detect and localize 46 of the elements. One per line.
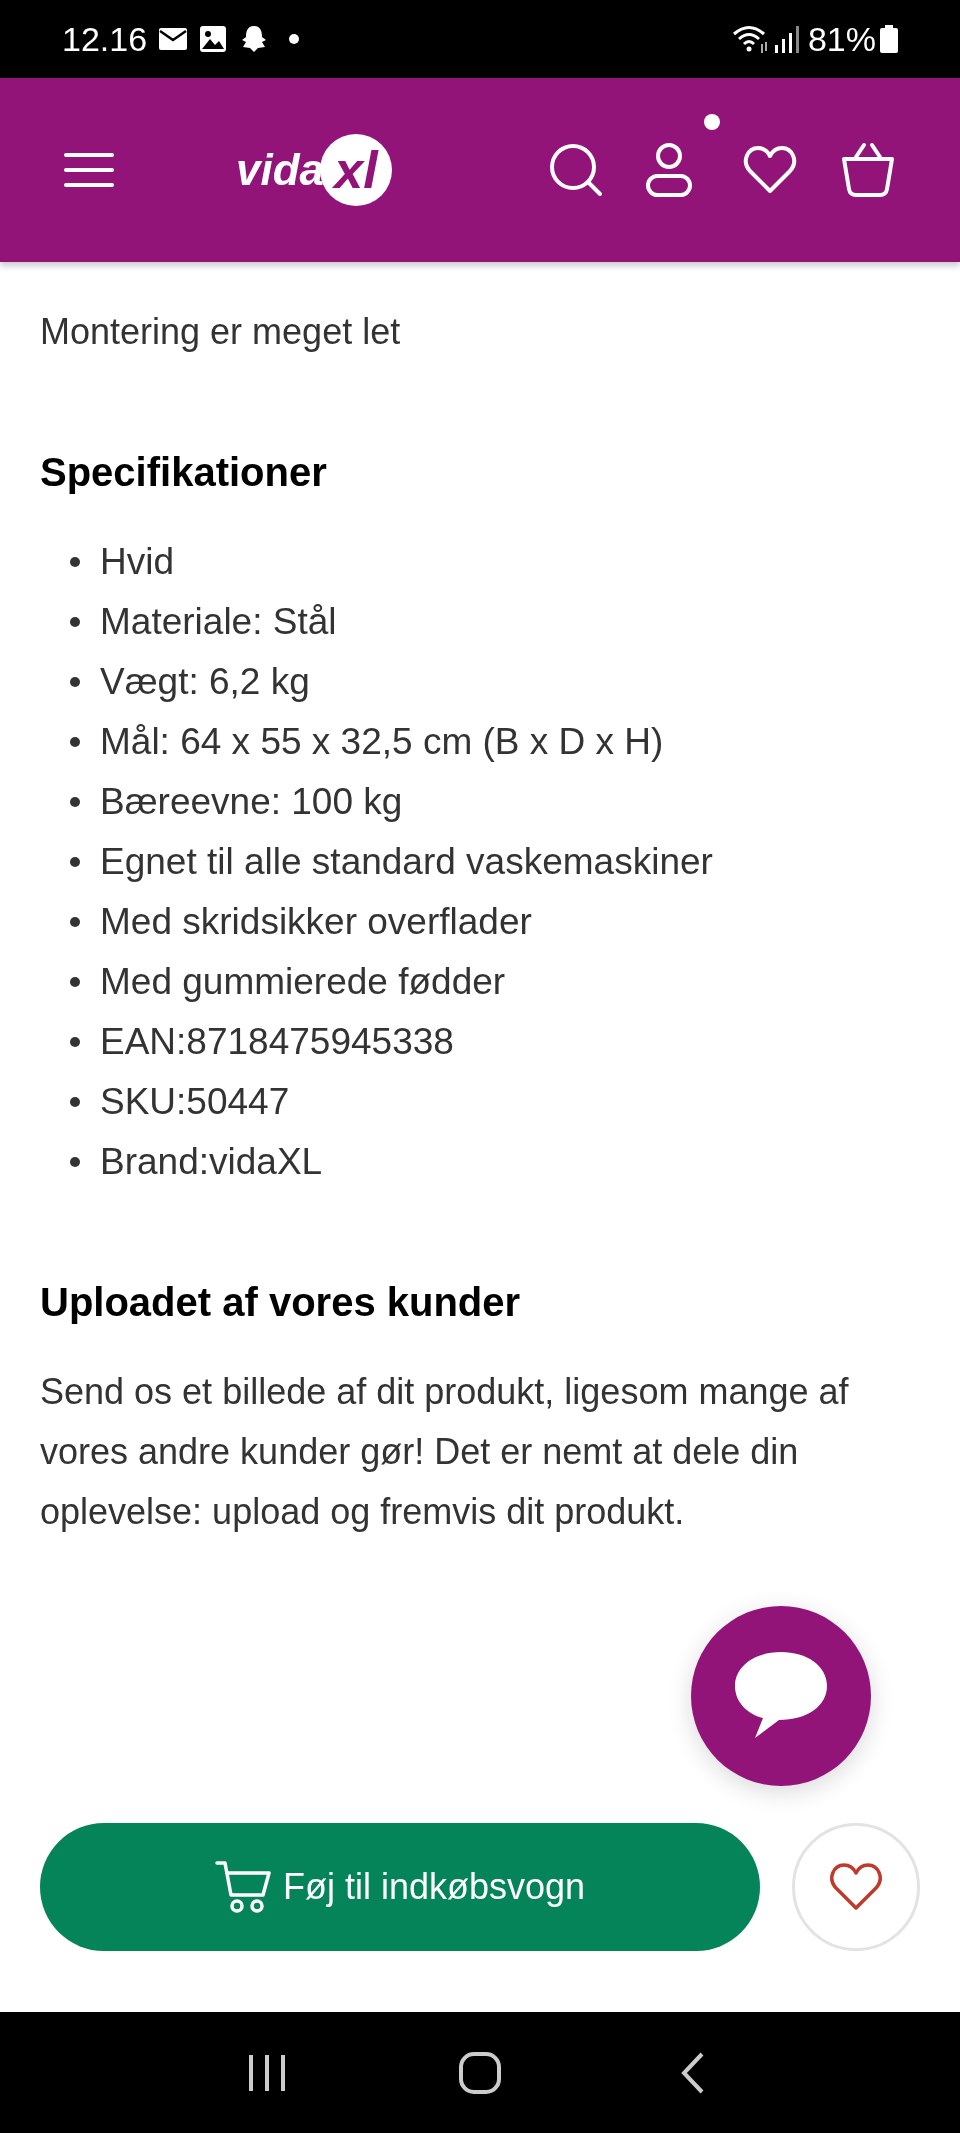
bullet-icon [70,857,80,867]
menu-button[interactable] [64,150,116,190]
intro-text: Montering er meget let [40,310,402,354]
bullet-icon [70,977,80,987]
menu-icon [64,153,114,187]
search-icon [548,142,604,198]
spec-item: Brand:vidaXL [100,1140,323,1185]
status-time: 12.16 [62,22,148,56]
bullet-icon [70,797,80,807]
heart-icon [743,145,797,195]
heart-icon [828,1862,884,1912]
spec-item: SKU:50447 [100,1080,290,1125]
uploads-heading: Uploadet af vores kunder [40,1279,522,1326]
battery-icon [880,25,898,53]
bullet-icon [70,1097,80,1107]
spec-item: Mål: 64 x 55 x 32,5 cm (B x D x H) [100,720,664,765]
bullet-icon [70,617,80,627]
spec-item: Vægt: 6,2 kg [100,660,310,705]
bullet-icon [70,1157,80,1167]
spec-item: Materiale: Stål [100,600,337,645]
signal-icon [773,25,800,53]
recent-apps-icon [246,2052,287,2093]
bullet-icon [70,677,80,687]
spec-item: Hvid [100,540,175,585]
spec-item: Med gummierede fødder [100,960,506,1005]
battery-percentage: 81% [807,22,876,56]
bullet-icon [70,917,80,927]
bullet-icon [70,737,80,747]
basket-icon [840,141,896,199]
uploads-text: Send os et billede af dit produkt, ligesom mange af vores andre kunder gør! Det er nemt at dele din oplevelse: upload og fremvis dit produkt. [40,1370,850,1534]
image-icon [199,25,228,53]
shopping-cart-icon [214,1859,271,1915]
bullet-icon [70,1037,80,1047]
home-icon [459,2051,501,2094]
spec-item: Bæreevne: 100 kg [100,780,403,825]
dot-icon [289,34,300,44]
spec-item: Med skridsikker overflader [100,900,532,945]
person-icon [645,142,693,198]
spec-item: EAN:8718475945338 [100,1020,454,1065]
add-to-cart-button[interactable]: Føj til indkøbsvogn [40,1823,760,1951]
spec-item: Egnet til alle standard vaskemaskiner [100,840,713,885]
mail-icon [159,28,188,50]
bullet-icon [70,557,80,567]
specifications-heading: Specifikationer [40,449,328,496]
wifi-icon [731,24,770,54]
cart-button[interactable] [840,140,896,200]
